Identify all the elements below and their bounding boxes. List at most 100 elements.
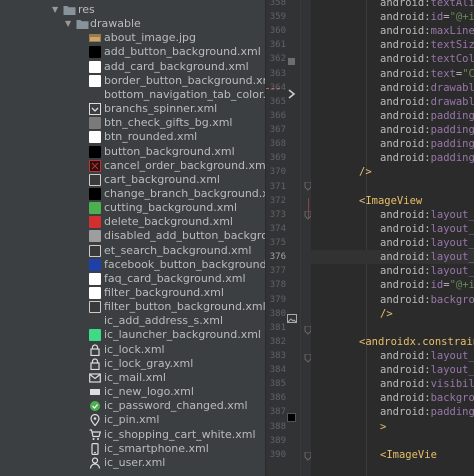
code-line[interactable]: android:backgrou — [311, 293, 474, 307]
code-token: > — [380, 420, 387, 433]
tree-file-item[interactable]: delete_background.xml — [0, 215, 265, 229]
tree-file-item[interactable]: et_search_background.xml — [0, 244, 265, 258]
logo-icon — [89, 386, 101, 398]
swatch-icon — [89, 187, 101, 200]
tree-file-item[interactable]: filter_button_background.xml — [0, 300, 265, 314]
change-marker — [266, 88, 280, 89]
code-token: android: — [380, 11, 431, 24]
line-number: 370 — [269, 167, 286, 178]
chevron-down-icon[interactable]: ▼ — [52, 3, 58, 17]
code-line[interactable]: android:visibili — [311, 377, 474, 391]
tree-file-item[interactable]: branchs_spinner.xml — [0, 102, 265, 116]
tree-file-item[interactable]: filter_background.xml — [0, 286, 265, 300]
code-line[interactable] — [311, 434, 474, 448]
code-line[interactable]: > — [311, 420, 474, 434]
tree-file-item[interactable]: disabled_add_button_background.xml — [0, 229, 265, 243]
tree-file-item[interactable]: add_button_background.xml — [0, 45, 265, 59]
code-line[interactable]: android:paddingT — [311, 123, 474, 137]
code-line[interactable]: android:textSize — [311, 38, 474, 52]
code-line[interactable]: <ImageVie — [311, 448, 474, 462]
code-token: backgrou — [430, 392, 474, 405]
code-line[interactable]: android:layout_w — [311, 208, 474, 222]
tree-file-item[interactable]: cancel_order_background.xml — [0, 159, 265, 173]
tree-file-item[interactable]: ic_shopping_cart_white.xml — [0, 428, 265, 442]
tree-item-label: about_image.jpg — [104, 31, 197, 45]
tree-file-item[interactable]: facebook_button_background.xml — [0, 258, 265, 272]
tree-file-item[interactable]: ic_user.xml — [0, 456, 265, 470]
code-token: /> — [359, 166, 372, 179]
code-line[interactable]: /> — [311, 307, 474, 321]
code-line[interactable]: android:layout_w — [311, 349, 474, 363]
tree-file-item[interactable]: about_image.jpg — [0, 31, 265, 45]
tree-file-item[interactable]: change_branch_background.xml — [0, 187, 265, 201]
tree-file-item[interactable]: add_card_background.xml — [0, 60, 265, 74]
tree-file-item[interactable]: button_background.xml — [0, 145, 265, 159]
code-line[interactable]: <androidx.constraint — [311, 335, 474, 349]
chevron-down-icon[interactable]: ▼ — [65, 17, 71, 31]
tree-file-item[interactable]: ic_add_address_s.xml — [0, 314, 265, 328]
code-line[interactable]: android:backgrou — [311, 391, 474, 405]
code-line[interactable]: android:paddingB — [311, 137, 474, 151]
code-line[interactable]: android:textColo — [311, 52, 474, 66]
code-token: padding — [430, 406, 474, 419]
code-token: textAlig — [430, 0, 474, 9]
tree-file-item[interactable]: cart_background.xml — [0, 173, 265, 187]
code-line[interactable]: android:drawable — [311, 95, 474, 109]
code-line[interactable]: android:maxLines — [311, 24, 474, 38]
tree-file-item[interactable]: ic_lock_gray.xml — [0, 357, 265, 371]
tree-file-item[interactable]: ic_launcher_background.xml — [0, 328, 265, 342]
code-editor[interactable]: android:textAligandroid:id="@+idandroid:… — [311, 0, 474, 476]
code-line[interactable]: android:padding= — [311, 405, 474, 419]
code-line[interactable]: /> — [311, 165, 474, 179]
tree-file-item[interactable]: ic_password_changed.xml — [0, 399, 265, 413]
code-line[interactable]: android:paddingE — [311, 151, 474, 165]
code-token: maxLines — [430, 25, 474, 38]
tree-folder-drawable[interactable]: ▼ drawable — [0, 17, 265, 31]
tree-file-item[interactable]: border_button_background.xml — [0, 74, 265, 88]
code-line[interactable]: android:layout_m — [311, 250, 474, 265]
tree-file-item[interactable]: ic_new_logo.xml — [0, 385, 265, 399]
code-token: "@+id — [449, 11, 474, 24]
code-token: "Co — [462, 67, 474, 80]
code-line[interactable]: android:textAlig — [311, 0, 474, 10]
tree-file-item[interactable]: btn_check_gifts_bg.xml — [0, 116, 265, 130]
tree-file-item[interactable]: ic_pin.xml — [0, 413, 265, 427]
line-number: 365 — [269, 96, 286, 107]
line-number: 372 — [269, 195, 286, 206]
code-line[interactable]: android:text="Co — [311, 67, 474, 81]
tree-file-item[interactable]: bottom_navigation_tab_color.xml — [0, 88, 265, 102]
tree-file-item[interactable]: ic_smartphone.xml — [0, 442, 265, 456]
code-line[interactable]: android:layout_m — [311, 264, 474, 278]
code-line[interactable]: android:layout_m — [311, 236, 474, 250]
tree-folder-res[interactable]: ▼ res — [0, 3, 265, 17]
code-line[interactable]: android:id="@+id — [311, 278, 474, 292]
code-line[interactable]: android:layout_h — [311, 222, 474, 236]
tree-file-item[interactable]: cutting_background.xml — [0, 201, 265, 215]
code-line[interactable]: android:layout_h — [311, 363, 474, 377]
code-line[interactable]: android:id="@+id — [311, 10, 474, 24]
code-line[interactable]: android:drawable — [311, 81, 474, 95]
code-line[interactable] — [311, 180, 474, 194]
image-preview-icon[interactable] — [287, 308, 297, 327]
tree-file-item[interactable]: btn_rounded.xml — [0, 130, 265, 144]
swatch-icon — [89, 173, 101, 186]
code-token: id — [430, 11, 444, 24]
code-token: textSize — [430, 39, 474, 52]
breakpoint-marker-icon[interactable] — [288, 58, 295, 65]
line-number: 383 — [269, 351, 286, 361]
tree-file-item[interactable]: faq_card_background.xml — [0, 272, 265, 286]
code-line[interactable] — [311, 321, 474, 335]
swatch-icon — [89, 46, 101, 59]
code-token: android: — [380, 222, 431, 235]
code-line[interactable]: android:paddingS — [311, 109, 474, 123]
code-line[interactable]: <ImageView — [311, 194, 474, 208]
code-token: layout_w — [430, 350, 474, 362]
tree-file-item[interactable]: ic_mail.xml — [0, 371, 265, 385]
line-number: 376 — [269, 252, 286, 263]
tree-item-label: cutting_background.xml — [104, 201, 237, 215]
color-swatch-marker-icon[interactable] — [287, 413, 296, 422]
tree-file-item[interactable]: ic_lock.xml — [0, 343, 265, 357]
swatch-icon — [89, 287, 101, 299]
arrow-right-icon[interactable] — [288, 84, 296, 103]
tree-item-label: res — [78, 3, 95, 16]
